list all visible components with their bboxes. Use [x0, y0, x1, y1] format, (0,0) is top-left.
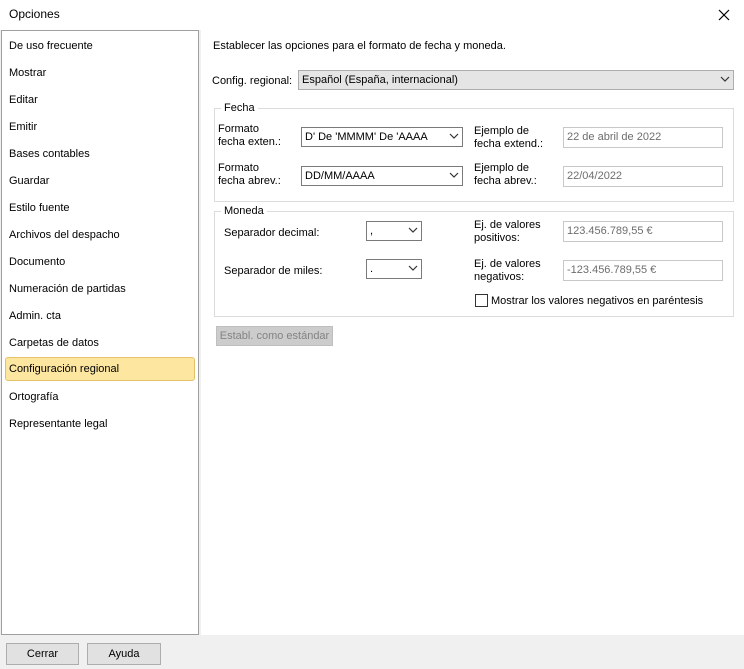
panel-description: Establecer las opciones para el formato … — [213, 40, 506, 52]
moneda-group-title: Moneda — [221, 205, 267, 217]
thousands-separator-select[interactable]: . — [366, 259, 422, 279]
sidebar-item-representante-legal[interactable]: Representante legal — [5, 412, 195, 436]
sidebar-item-admin-cta[interactable]: Admin. cta — [5, 304, 195, 328]
regional-settings-panel: Establecer las opciones para el formato … — [201, 30, 744, 635]
positive-example-label-line1: Ej. de valores — [474, 219, 541, 231]
sidebar-item-documento[interactable]: Documento — [5, 250, 195, 274]
sidebar-item-archivos-despacho[interactable]: Archivos del despacho — [5, 223, 195, 247]
chevron-down-icon — [408, 227, 418, 233]
long-date-example-label-line2: fecha extend.: — [474, 138, 544, 150]
regional-config-select[interactable]: Español (España, internacional) — [298, 70, 734, 90]
sidebar-item-de-uso-frecuente[interactable]: De uso frecuente — [5, 34, 195, 58]
short-date-format-label-line1: Formato — [218, 162, 259, 174]
sidebar-item-mostrar[interactable]: Mostrar — [5, 61, 195, 85]
negative-example-label-line2: negativos: — [474, 271, 525, 283]
sidebar-item-emitir[interactable]: Emitir — [5, 115, 195, 139]
chevron-down-icon — [449, 172, 459, 178]
negative-example-label-line1: Ej. de valores — [474, 258, 541, 270]
long-date-example-field: 22 de abril de 2022 — [563, 127, 723, 148]
negative-example-field: -123.456.789,55 € — [563, 260, 723, 281]
fecha-group — [214, 108, 734, 202]
sidebar-item-editar[interactable]: Editar — [5, 88, 195, 112]
chevron-down-icon — [720, 76, 730, 82]
sidebar-item-numeracion-partidas[interactable]: Numeración de partidas — [5, 277, 195, 301]
long-date-format-value: D' De 'MMMM' De 'AAAA — [305, 131, 428, 143]
close-icon — [718, 9, 730, 21]
long-date-example-label-line1: Ejemplo de — [474, 125, 530, 137]
regional-config-label: Config. regional: — [212, 75, 293, 87]
window-title: Opciones — [9, 7, 60, 21]
close-window-button[interactable] — [704, 0, 744, 30]
decimal-separator-select[interactable]: , — [366, 221, 422, 241]
short-date-example-label-line2: fecha abrev.: — [474, 175, 537, 187]
long-date-format-label-line1: Formato — [218, 123, 259, 135]
long-date-format-label-line2: fecha exten.: — [218, 136, 281, 148]
sidebar-item-carpetas-datos[interactable]: Carpetas de datos — [5, 331, 195, 355]
decimal-separator-label: Separador decimal: — [224, 227, 320, 239]
chevron-down-icon — [449, 133, 459, 139]
thousands-separator-value: . — [370, 263, 374, 275]
short-date-format-select[interactable]: DD/MM/AAAA — [301, 166, 463, 186]
negative-parentheses-checkbox[interactable] — [475, 294, 488, 307]
sidebar-item-estilo-fuente[interactable]: Estilo fuente — [5, 196, 195, 220]
negative-parentheses-label[interactable]: Mostrar los valores negativos en parénte… — [491, 295, 703, 307]
fecha-group-title: Fecha — [221, 102, 258, 114]
chevron-down-icon — [408, 265, 418, 271]
short-date-example-field: 22/04/2022 — [563, 166, 723, 187]
sidebar-item-guardar[interactable]: Guardar — [5, 169, 195, 193]
decimal-separator-value: , — [370, 225, 374, 237]
title-bar: Opciones — [0, 0, 744, 30]
positive-example-field: 123.456.789,55 € — [563, 221, 723, 242]
set-default-button[interactable]: Establ. como estándar — [216, 326, 333, 346]
thousands-separator-label: Separador de miles: — [224, 265, 323, 277]
short-date-format-label-line2: fecha abrev.: — [218, 175, 281, 187]
options-category-list: De uso frecuente Mostrar Editar Emitir B… — [1, 30, 199, 635]
positive-example-label-line2: positivos: — [474, 232, 520, 244]
long-date-format-select[interactable]: D' De 'MMMM' De 'AAAA — [301, 127, 463, 147]
sidebar-item-ortografia[interactable]: Ortografía — [5, 385, 195, 409]
close-button[interactable]: Cerrar — [6, 643, 79, 665]
regional-config-value: Español (España, internacional) — [302, 74, 458, 86]
help-button[interactable]: Ayuda — [87, 643, 161, 665]
short-date-example-label-line1: Ejemplo de — [474, 162, 530, 174]
sidebar-item-configuracion-regional[interactable]: Configuración regional — [5, 357, 195, 381]
sidebar-item-bases-contables[interactable]: Bases contables — [5, 142, 195, 166]
short-date-format-value: DD/MM/AAAA — [305, 170, 375, 182]
